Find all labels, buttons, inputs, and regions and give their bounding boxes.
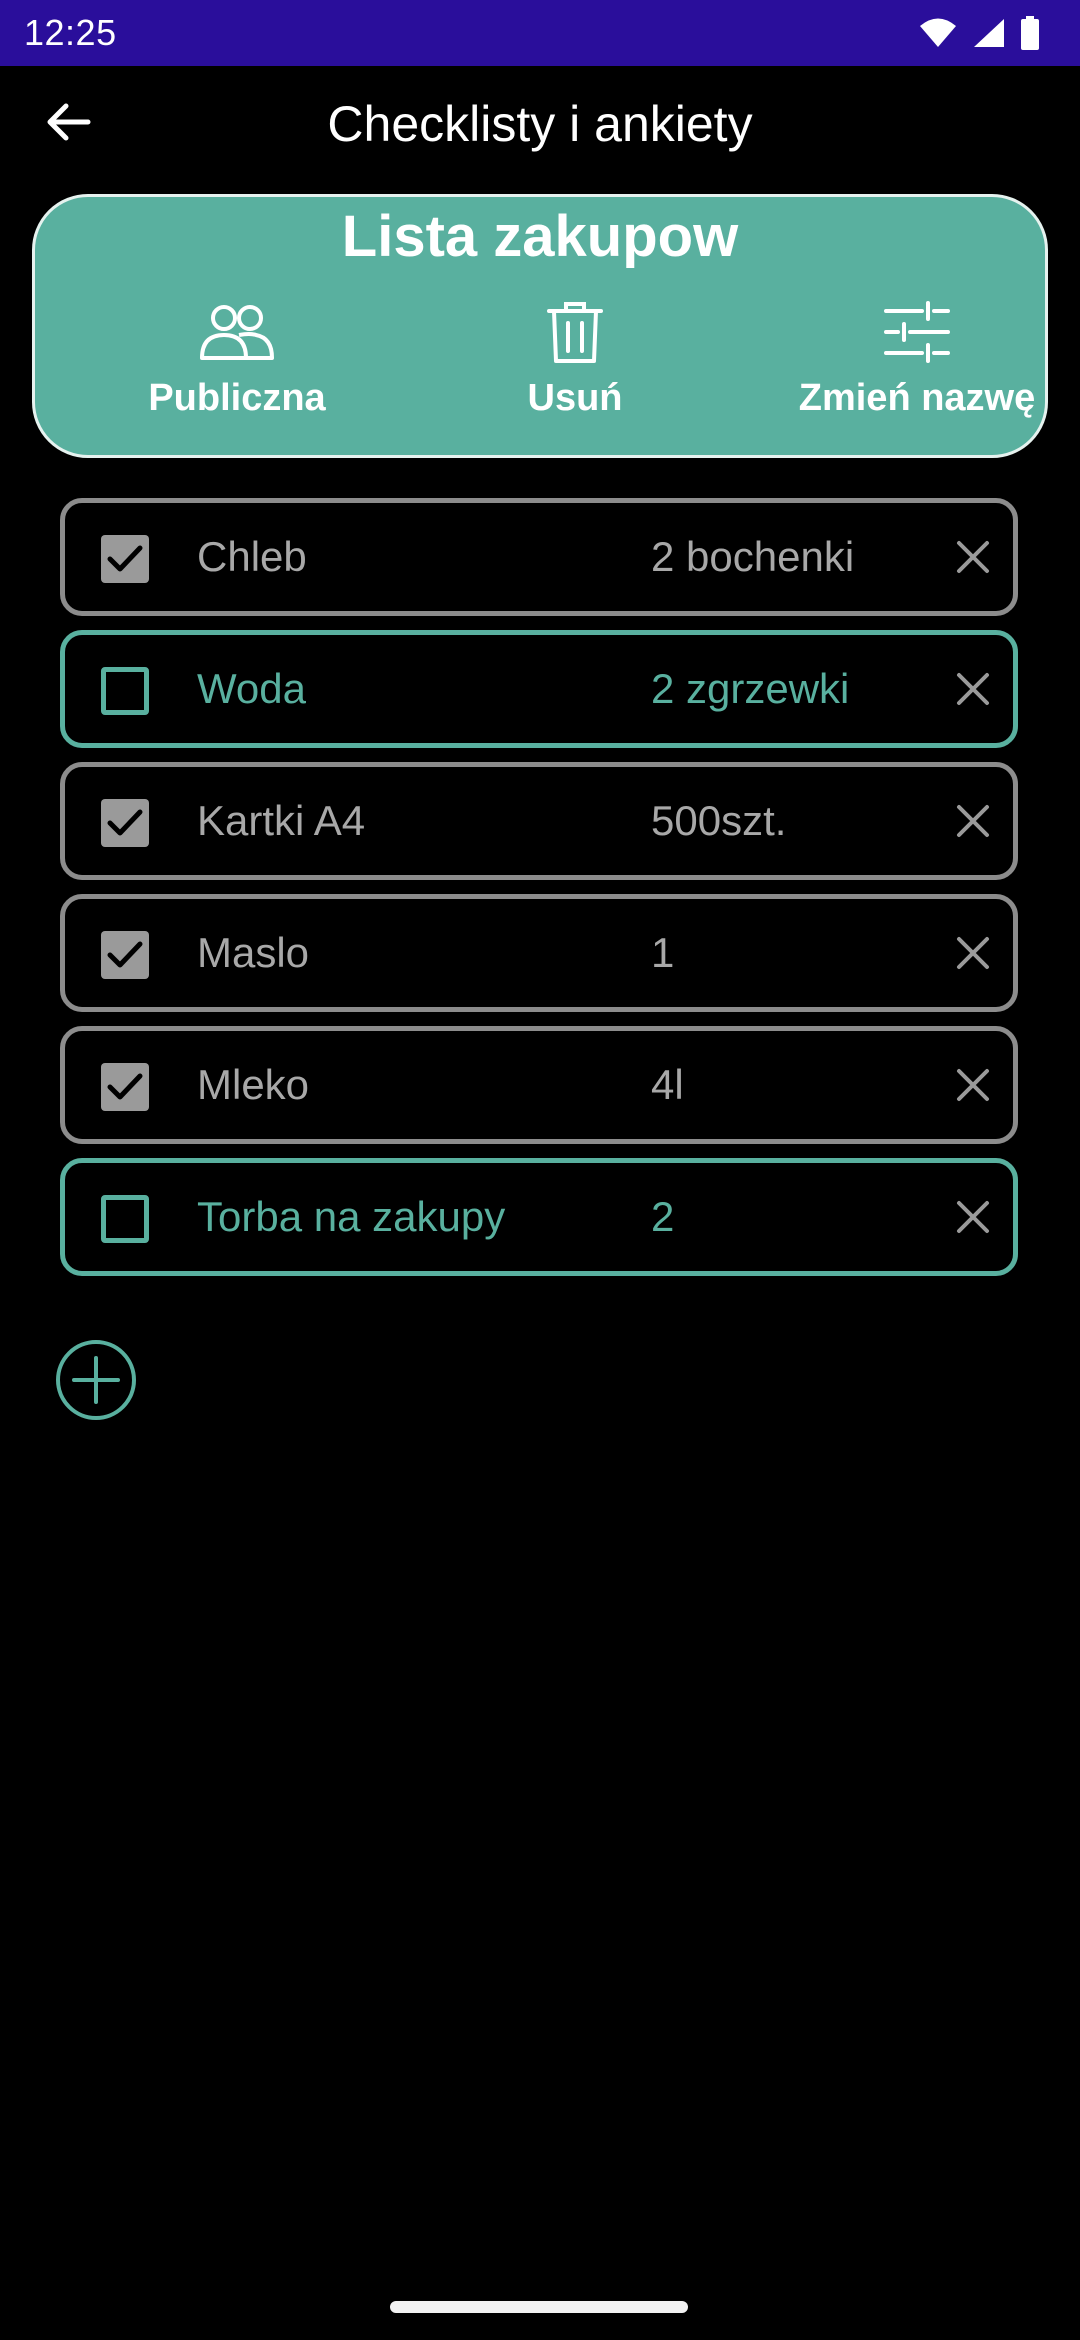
list-header-card: Lista zakupow Publiczna Usuń Zmień nazwę [32, 194, 1048, 458]
list-item[interactable]: Mleko 4l [60, 1026, 1018, 1144]
close-icon [956, 804, 990, 843]
close-icon [956, 1068, 990, 1107]
list-item[interactable]: Maslo 1 [60, 894, 1018, 1012]
remove-item-button[interactable] [951, 933, 995, 977]
arrow-left-icon [44, 102, 92, 147]
rename-button[interactable]: Zmień nazwę [777, 297, 1057, 447]
item-checkbox[interactable] [101, 1063, 149, 1111]
item-quantity: 500szt. [651, 797, 787, 844]
app-bar: Checklisty i ankiety [0, 66, 1080, 182]
remove-item-button[interactable] [951, 801, 995, 845]
item-checkbox[interactable] [101, 799, 149, 847]
home-indicator[interactable] [390, 2301, 688, 2313]
item-checkbox[interactable] [101, 535, 149, 583]
delete-button[interactable]: Usuń [435, 297, 715, 447]
rename-label: Zmień nazwę [798, 377, 1036, 419]
item-name: Woda [197, 665, 306, 712]
remove-item-button[interactable] [951, 1065, 995, 1109]
item-checkbox[interactable] [101, 1195, 149, 1243]
item-quantity: 2 zgrzewki [651, 665, 850, 712]
close-icon [956, 936, 990, 975]
item-checkbox[interactable] [101, 931, 149, 979]
delete-label: Usuń [527, 377, 623, 419]
status-time: 12:25 [24, 12, 117, 53]
cell-signal-icon [972, 17, 1006, 49]
item-quantity: 1 [651, 929, 675, 976]
back-button[interactable] [36, 92, 100, 156]
public-label: Publiczna [148, 377, 326, 419]
list-item[interactable]: Chleb 2 bochenki [60, 498, 1018, 616]
list-item[interactable]: Woda 2 zgrzewki [60, 630, 1018, 748]
remove-item-button[interactable] [951, 537, 995, 581]
public-button[interactable]: Publiczna [97, 297, 377, 447]
trash-icon [545, 297, 605, 367]
item-checkbox[interactable] [101, 667, 149, 715]
list-item[interactable]: Torba na zakupy 2 [60, 1158, 1018, 1276]
item-name: Chleb [197, 533, 307, 580]
battery-icon [1020, 16, 1040, 50]
add-item-button[interactable] [54, 1338, 138, 1422]
item-name: Mleko [197, 1061, 310, 1108]
item-quantity: 4l [651, 1061, 684, 1108]
people-icon [199, 297, 275, 367]
item-name: Torba na zakupy [197, 1193, 506, 1240]
close-icon [956, 1200, 990, 1239]
item-quantity: 2 [651, 1193, 675, 1240]
status-icons [918, 16, 1040, 50]
list-item[interactable]: Kartki A4 500szt. [60, 762, 1018, 880]
item-name: Maslo [197, 929, 310, 976]
card-actions: Publiczna Usuń Zmień nazwę [35, 297, 1045, 447]
wifi-icon [918, 17, 958, 49]
page-title: Checklisty i ankiety [327, 96, 753, 152]
sliders-icon [884, 297, 950, 367]
screen: 12:25 Checklisty i ankiety Lista zakupow [0, 0, 1080, 2340]
plus-circle-icon [54, 1340, 138, 1426]
item-quantity: 2 bochenki [651, 533, 855, 580]
remove-item-button[interactable] [951, 669, 995, 713]
close-icon [956, 672, 990, 711]
status-bar: 12:25 [0, 0, 1080, 66]
list-title: Lista zakupow [341, 204, 739, 269]
item-name: Kartki A4 [197, 797, 366, 844]
remove-item-button[interactable] [951, 1197, 995, 1241]
close-icon [956, 540, 990, 579]
